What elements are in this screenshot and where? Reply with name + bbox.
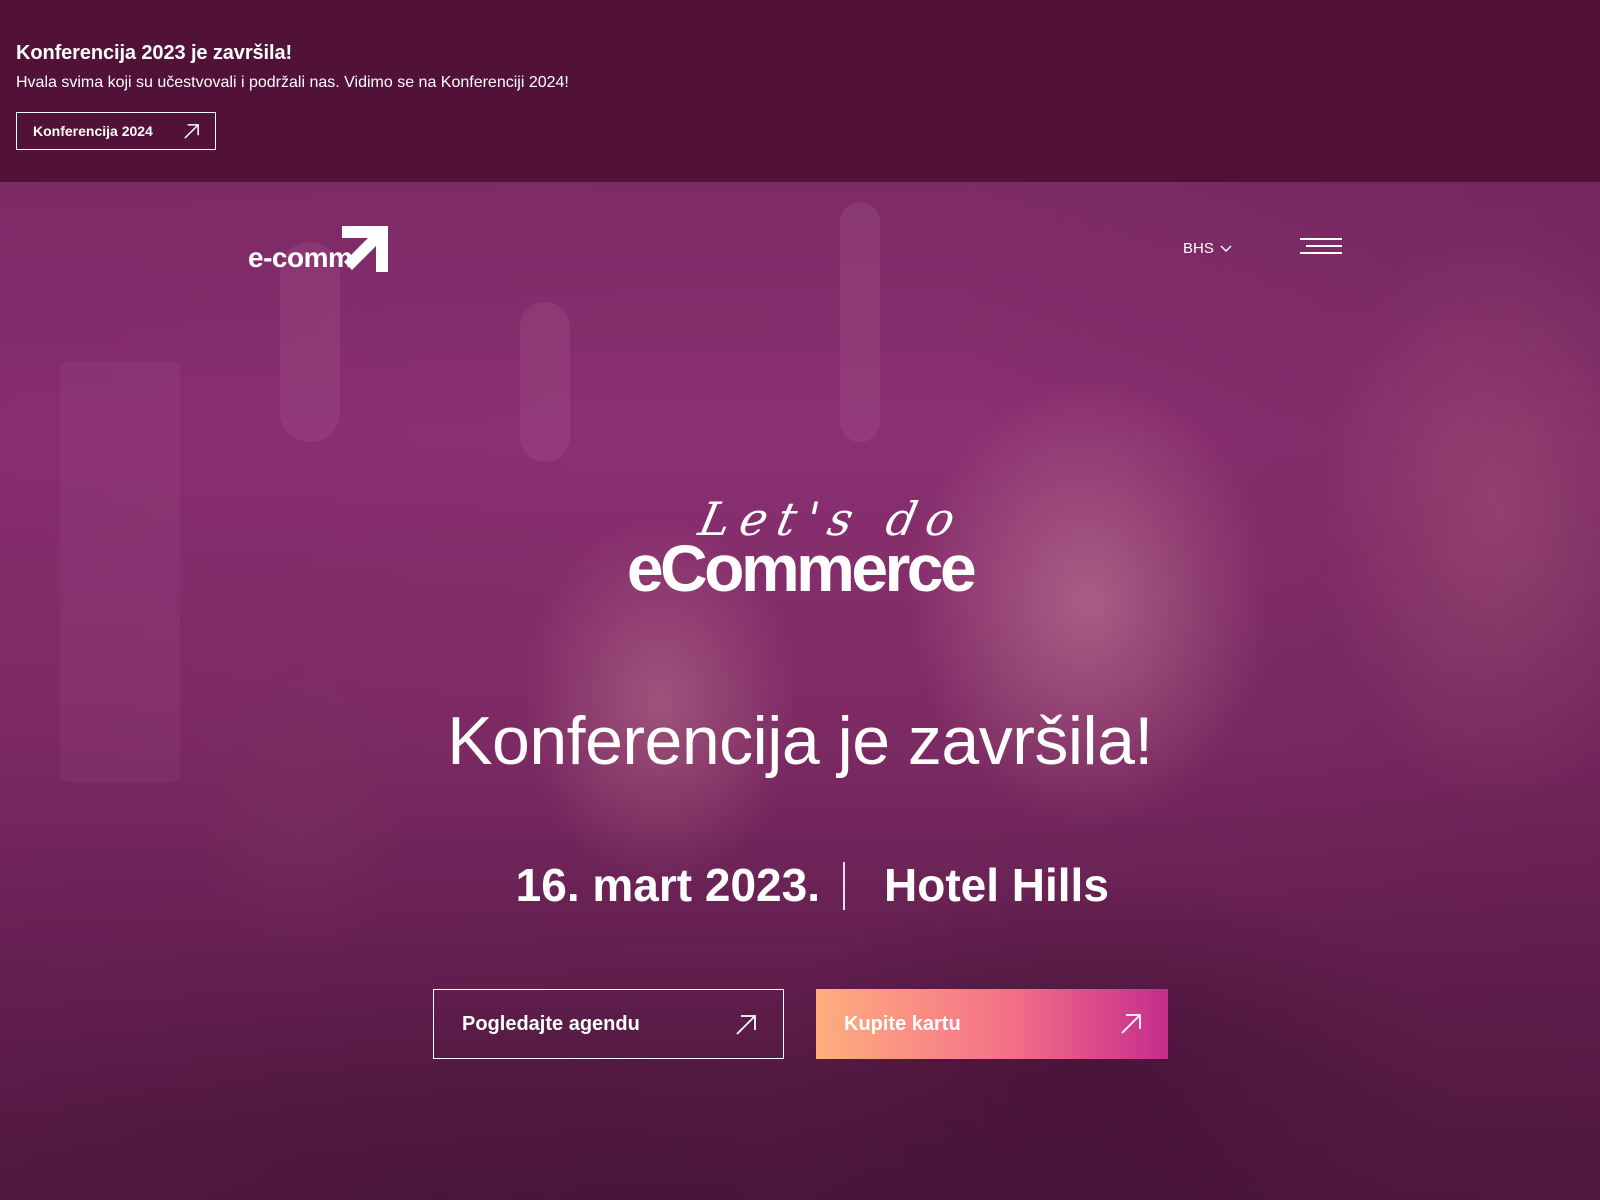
hamburger-menu-icon[interactable]	[1300, 238, 1342, 260]
view-agenda-label: Pogledajte agendu	[462, 1012, 640, 1035]
logo-arrow-icon	[342, 226, 388, 272]
language-label: BHS	[1183, 240, 1214, 257]
banner-text: Hvala svima koji su učestvovali i podrža…	[16, 74, 569, 91]
ecommerce-brand: eCommerce	[626, 531, 977, 605]
announcement-banner: Konferencija 2023 je završila! Hvala svi…	[0, 0, 1600, 182]
chevron-down-icon	[1220, 244, 1232, 252]
buy-ticket-button[interactable]: Kupite kartu	[816, 989, 1168, 1059]
logo-text: e-comm	[248, 242, 353, 273]
arrow-up-right-icon	[184, 124, 199, 139]
event-venue: Hotel Hills	[884, 859, 1109, 911]
arrow-up-right-icon	[1121, 1014, 1141, 1034]
arrow-up-right-icon	[736, 1015, 756, 1035]
conference-2024-button[interactable]: Konferencija 2024	[16, 112, 216, 150]
conference-2024-button-label: Konferencija 2024	[33, 123, 153, 139]
hero-section: e-comm BHS Let's do eCommerce Konferenci…	[0, 182, 1600, 1200]
language-selector[interactable]: BHS	[1183, 240, 1232, 257]
view-agenda-button[interactable]: Pogledajte agendu	[433, 989, 784, 1059]
buy-ticket-label: Kupite kartu	[844, 1012, 961, 1035]
banner-title: Konferencija 2023 je završila!	[16, 42, 293, 64]
page-title: Konferencija je završila!	[447, 703, 1153, 779]
divider	[843, 862, 845, 910]
event-date: 16. mart 2023.	[515, 859, 820, 911]
hero-overlay	[0, 182, 1600, 1200]
e-comm-logo[interactable]: e-comm	[248, 224, 393, 276]
